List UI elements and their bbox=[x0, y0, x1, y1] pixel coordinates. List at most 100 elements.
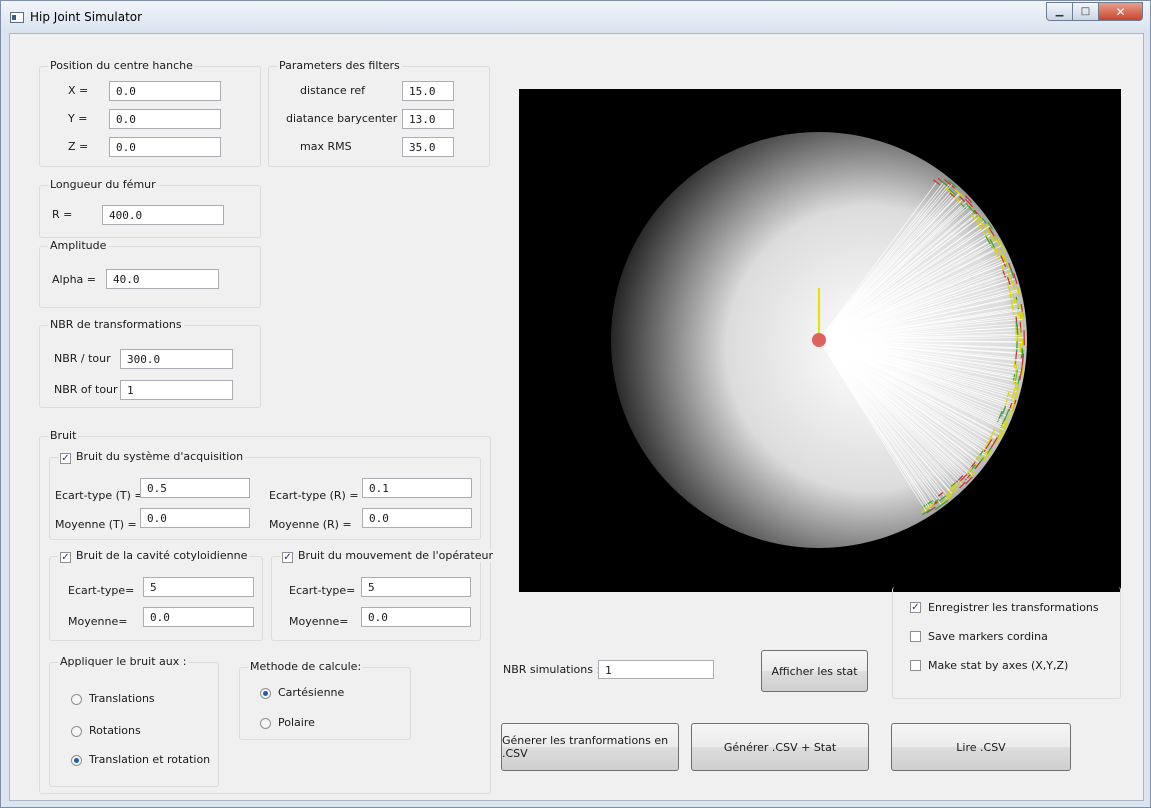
maximize-button[interactable]: □ bbox=[1073, 2, 1099, 21]
radio-rotations[interactable] bbox=[71, 726, 82, 737]
stat-axes-checkbox[interactable] bbox=[910, 660, 921, 671]
transforms-group: NBR de transformations NBR / tour 300.0 … bbox=[39, 318, 261, 408]
radio-cartesienne[interactable] bbox=[260, 688, 271, 699]
main-window: Hip Joint Simulator ▁ □ ✕ Position du ce… bbox=[0, 0, 1151, 808]
close-icon: ✕ bbox=[1115, 4, 1126, 19]
rotations-label: Rotations bbox=[89, 724, 141, 737]
moyenne-t-input[interactable]: 0.0 bbox=[140, 508, 250, 528]
tours-input[interactable]: 1 bbox=[120, 380, 233, 400]
cartesienne-label: Cartésienne bbox=[278, 686, 345, 699]
title-bar[interactable]: Hip Joint Simulator ▁ □ ✕ bbox=[1, 1, 1150, 33]
tours-label: NBR of tour : bbox=[54, 383, 125, 396]
r-label: R = bbox=[52, 208, 73, 221]
cavity-moyenne-label: Moyenne= bbox=[68, 615, 128, 628]
marker-tick bbox=[1015, 326, 1017, 343]
simulation-viewport[interactable] bbox=[519, 89, 1121, 592]
y-input[interactable]: 0.0 bbox=[109, 109, 221, 129]
r-input[interactable]: 400.0 bbox=[102, 205, 224, 225]
minimize-icon: ▁ bbox=[1055, 6, 1064, 17]
client-area: Position du centre hanche X = 0.0 Y = 0.… bbox=[9, 33, 1144, 801]
method-group: Methode de calcule: Cartésienne Polaire bbox=[239, 660, 411, 740]
save-markers-checkbox[interactable] bbox=[910, 631, 921, 642]
distance-ref-input[interactable]: 15.0 bbox=[402, 81, 454, 101]
translations-label: Translations bbox=[89, 692, 155, 705]
save-markers-label: Save markers cordina bbox=[928, 630, 1048, 643]
z-label: Z = bbox=[68, 140, 89, 153]
noise-group: Bruit Bruit du système d'acquisition ✓ E… bbox=[39, 429, 495, 794]
femur-group-title: Longueur du fémur bbox=[48, 178, 158, 191]
moyenne-r-input[interactable]: 0.0 bbox=[362, 508, 472, 528]
cavity-ecart-input[interactable]: 5 bbox=[143, 577, 254, 597]
simulation-scene bbox=[611, 132, 1027, 548]
position-group: Position du centre hanche X = 0.0 Y = 0.… bbox=[39, 59, 261, 167]
cavity-group: Bruit de la cavité cotyloidienne ✓ Ecart… bbox=[49, 549, 263, 641]
position-group-title: Position du centre hanche bbox=[48, 59, 195, 72]
radio-polaire[interactable] bbox=[260, 718, 271, 729]
per-tour-label: NBR / tour bbox=[54, 352, 111, 365]
save-transforms-checkbox[interactable]: ✓ bbox=[910, 602, 921, 613]
transforms-group-title: NBR de transformations bbox=[48, 318, 184, 331]
x-input[interactable]: 0.0 bbox=[109, 81, 221, 101]
operator-group: Bruit du mouvement de l'opérateur ✓ Ecar… bbox=[271, 549, 495, 641]
barycenter-input[interactable]: 13.0 bbox=[402, 109, 454, 129]
translation-rotation-label: Translation et rotation bbox=[89, 753, 211, 766]
acquisition-label: Bruit du système d'acquisition bbox=[58, 450, 246, 463]
apply-noise-title: Appliquer le bruit aux : bbox=[58, 655, 189, 668]
max-rms-input[interactable]: 35.0 bbox=[402, 137, 454, 157]
close-button[interactable]: ✕ bbox=[1099, 2, 1143, 21]
apply-noise-group: Appliquer le bruit aux : Translations Ro… bbox=[49, 655, 219, 787]
operator-moyenne-label: Moyenne= bbox=[289, 615, 349, 628]
per-tour-input[interactable]: 300.0 bbox=[120, 349, 233, 369]
maximize-icon: □ bbox=[1080, 6, 1091, 17]
save-transforms-label: Enregistrer les transformations bbox=[928, 601, 1099, 614]
window-controls: ▁ □ ✕ bbox=[1046, 2, 1143, 21]
operator-label: Bruit du mouvement de l'opérateur bbox=[280, 549, 495, 562]
method-title: Methode de calcule: bbox=[248, 660, 364, 673]
operator-checkbox[interactable]: ✓ bbox=[282, 552, 293, 563]
hip-center-marker bbox=[812, 333, 826, 347]
marker-tick bbox=[1021, 357, 1024, 364]
amplitude-group-title: Amplitude bbox=[48, 239, 109, 252]
polaire-label: Polaire bbox=[278, 716, 315, 729]
options-group: ✓ Enregistrer les transformations Save m… bbox=[892, 587, 1121, 699]
window-title: Hip Joint Simulator bbox=[30, 10, 143, 24]
operator-ecart-label: Ecart-type= bbox=[289, 584, 356, 597]
show-stats-button[interactable]: Afficher les stat bbox=[761, 650, 868, 692]
noise-group-title: Bruit bbox=[48, 429, 79, 442]
marker-tick bbox=[1019, 313, 1022, 320]
y-label: Y = bbox=[68, 112, 88, 125]
moyenne-t-label: Moyenne (T) = bbox=[55, 518, 137, 531]
ecart-t-label: Ecart-type (T) = bbox=[55, 489, 144, 502]
barycenter-label: diatance barycenter bbox=[286, 112, 398, 125]
generate-csv-stat-button[interactable]: Générer .CSV + Stat bbox=[691, 723, 869, 771]
operator-ecart-input[interactable]: 5 bbox=[361, 577, 471, 597]
generate-csv-button[interactable]: Génerer les tranformations en .CSV bbox=[501, 723, 679, 771]
cavity-label: Bruit de la cavité cotyloidienne bbox=[58, 549, 250, 562]
ecart-r-label: Ecart-type (R) = bbox=[269, 489, 359, 502]
cavity-moyenne-input[interactable]: 0.0 bbox=[143, 607, 254, 627]
alpha-input[interactable]: 40.0 bbox=[106, 269, 219, 289]
femur-group: Longueur du fémur R = 400.0 bbox=[39, 178, 261, 238]
stat-axes-label: Make stat by axes (X,Y,Z) bbox=[928, 659, 1069, 672]
minimize-button[interactable]: ▁ bbox=[1046, 2, 1073, 21]
cavity-ecart-label: Ecart-type= bbox=[68, 584, 135, 597]
cavity-checkbox[interactable]: ✓ bbox=[60, 552, 71, 563]
filters-group: Parameters des filters distance ref 15.0… bbox=[268, 59, 490, 167]
read-csv-button[interactable]: Lire .CSV bbox=[891, 723, 1071, 771]
amplitude-group: Amplitude Alpha = 40.0 bbox=[39, 239, 261, 308]
operator-moyenne-input[interactable]: 0.0 bbox=[361, 607, 471, 627]
radio-translations[interactable] bbox=[71, 694, 82, 705]
app-icon bbox=[10, 12, 24, 23]
x-label: X = bbox=[68, 84, 89, 97]
ecart-r-input[interactable]: 0.1 bbox=[362, 478, 472, 498]
acquisition-checkbox[interactable]: ✓ bbox=[60, 453, 71, 464]
moyenne-r-label: Moyenne (R) = bbox=[269, 518, 352, 531]
filters-group-title: Parameters des filters bbox=[277, 59, 402, 72]
z-input[interactable]: 0.0 bbox=[109, 137, 221, 157]
acquisition-group: Bruit du système d'acquisition ✓ Ecart-t… bbox=[49, 450, 481, 540]
max-rms-label: max RMS bbox=[300, 140, 352, 153]
radio-translation-rotation[interactable] bbox=[71, 755, 82, 766]
ecart-t-input[interactable]: 0.5 bbox=[140, 478, 250, 498]
simulations-input[interactable]: 1 bbox=[598, 660, 714, 679]
distance-ref-label: distance ref bbox=[300, 84, 366, 97]
